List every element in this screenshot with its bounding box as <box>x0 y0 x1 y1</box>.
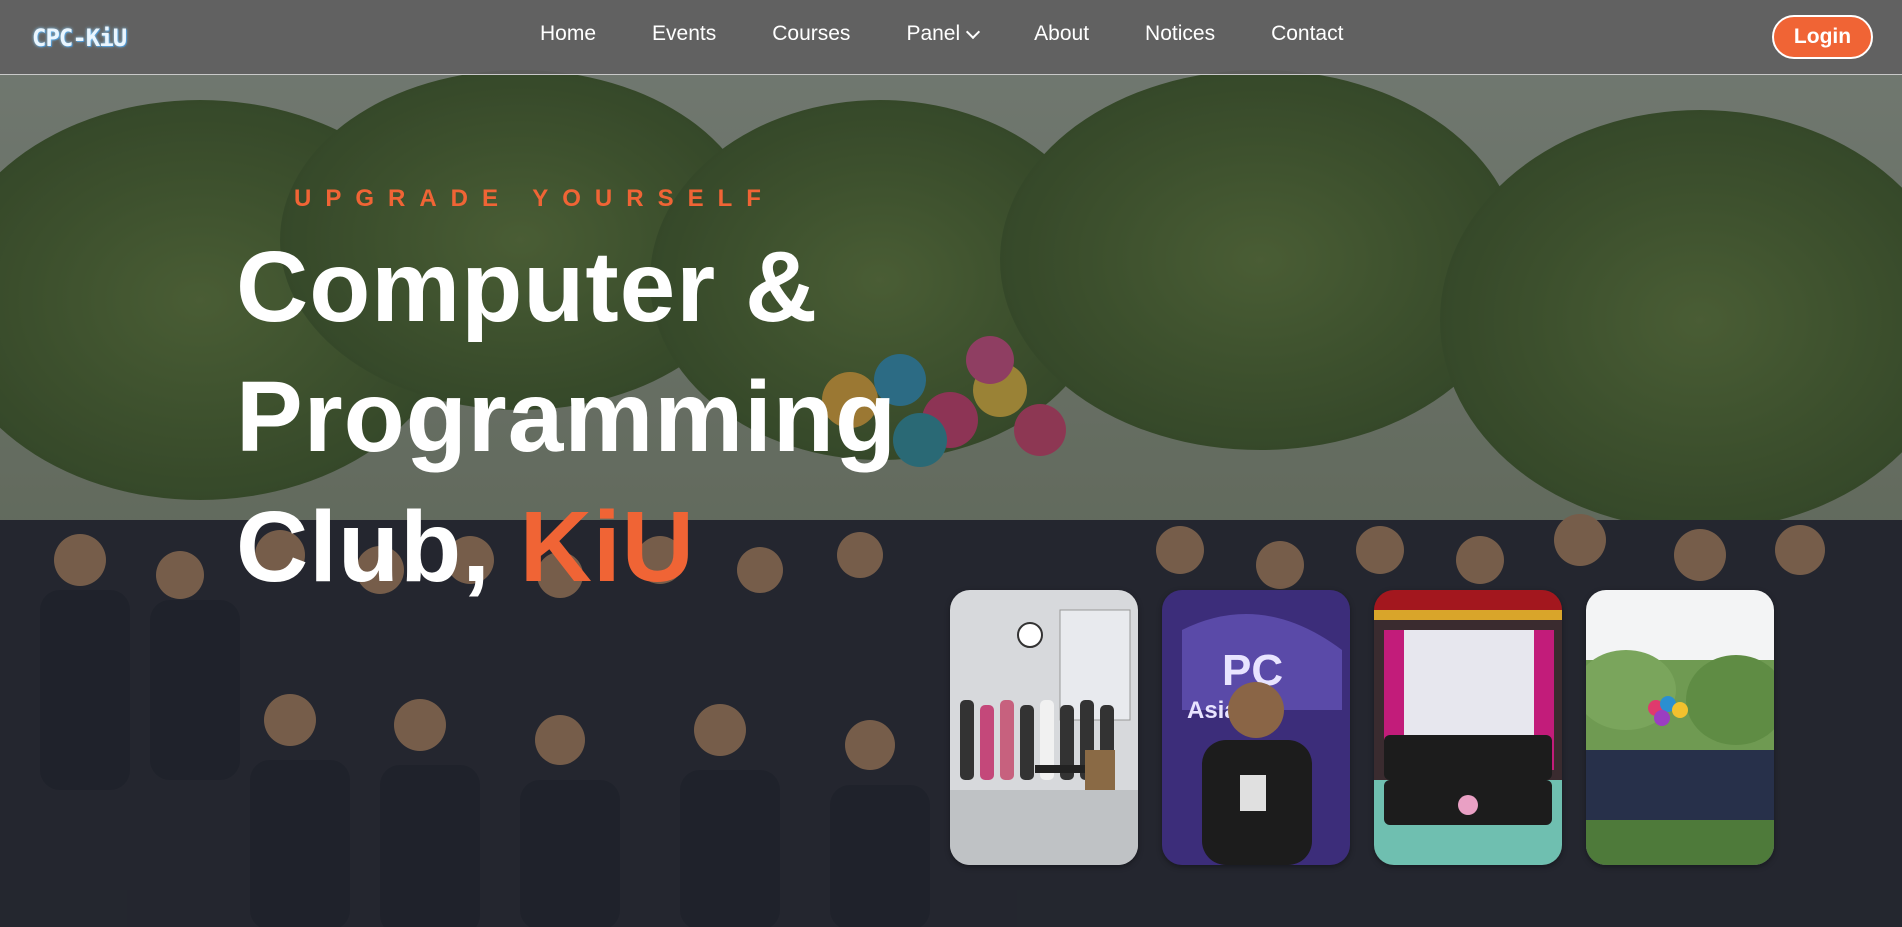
login-button[interactable]: Login <box>1772 15 1873 59</box>
photo-cards: PC Asia <box>950 590 1798 865</box>
nav-link-courses[interactable]: Courses <box>772 22 850 46</box>
photo-card-stage-group[interactable] <box>1374 590 1562 865</box>
nav-link-panel-label: Panel <box>906 22 961 45</box>
nav-link-about[interactable]: About <box>1034 22 1089 46</box>
nav-link-contact[interactable]: Contact <box>1271 22 1343 46</box>
hero-title-line1: Computer & <box>236 231 819 343</box>
hero-title: Computer & Programming Club, KiU <box>236 222 897 612</box>
hero-title-accent: KiU <box>519 491 695 603</box>
nav-link-home[interactable]: Home <box>540 22 596 46</box>
nav-links: Home Events Courses Panel About Notices … <box>540 22 1399 46</box>
top-navbar: CPC-KiU Home Events Courses Panel About … <box>0 0 1902 75</box>
site-logo[interactable]: CPC-KiU <box>32 24 127 52</box>
photo-card-classroom[interactable] <box>950 590 1138 865</box>
hero-eyebrow: UPGRADE YOURSELF <box>294 185 775 212</box>
chevron-down-icon <box>966 24 981 39</box>
hero-title-line3-prefix: Club, <box>236 491 520 603</box>
hero-title-line2: Programming <box>236 361 898 473</box>
photo-card-speaker[interactable]: PC Asia <box>1162 590 1350 865</box>
nav-link-panel[interactable]: Panel <box>906 22 981 46</box>
photo-card-outdoor-group[interactable] <box>1586 590 1774 865</box>
nav-link-events[interactable]: Events <box>652 22 716 46</box>
nav-link-notices[interactable]: Notices <box>1145 22 1215 46</box>
